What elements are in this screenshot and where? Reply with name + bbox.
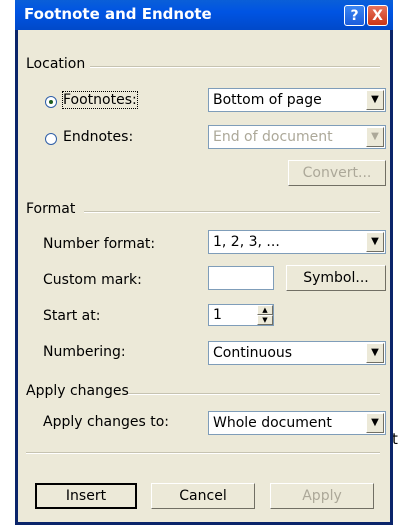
numbering-select[interactable]: Continuous ▼ — [208, 341, 386, 365]
format-group-label: Format — [26, 201, 76, 217]
insert-button[interactable]: Insert — [35, 483, 137, 509]
start-at-value: 1 — [213, 307, 222, 323]
spin-up-icon[interactable]: ▲ — [257, 305, 273, 315]
buttons-separator — [26, 452, 380, 454]
endnotes-label[interactable]: Endnotes: — [63, 129, 133, 145]
chevron-down-icon[interactable]: ▼ — [366, 413, 384, 433]
numbering-value: Continuous — [213, 345, 293, 361]
footnotes-label[interactable]: Footnotes: — [62, 91, 138, 109]
apply-changes-to-label: Apply changes to: — [43, 414, 170, 430]
apply-changes-separator — [128, 393, 380, 395]
endnotes-position-value: End of document — [213, 129, 333, 145]
apply-changes-group-label: Apply changes — [26, 383, 129, 399]
number-format-select[interactable]: 1, 2, 3, ... ▼ — [208, 230, 386, 254]
number-format-label: Number format: — [43, 236, 156, 252]
cancel-button[interactable]: Cancel — [151, 483, 255, 509]
chevron-down-icon[interactable]: ▼ — [366, 232, 384, 252]
help-icon: ? — [350, 7, 359, 24]
apply-button[interactable]: Apply — [270, 483, 374, 509]
custom-mark-label: Custom mark: — [43, 272, 142, 288]
footnotes-position-value: Bottom of page — [213, 92, 322, 108]
apply-changes-to-select[interactable]: Whole document ▼ — [208, 411, 386, 435]
location-group-label: Location — [26, 56, 86, 72]
window-title: Footnote and Endnote — [24, 5, 212, 23]
footnote-endnote-dialog: Footnote and Endnote ? X Location Footno… — [15, 0, 393, 525]
endnotes-position-select[interactable]: End of document ▼ — [208, 125, 386, 149]
chevron-down-icon[interactable]: ▼ — [366, 343, 384, 363]
apply-changes-to-value: Whole document — [213, 415, 332, 431]
symbol-button[interactable]: Symbol... — [286, 265, 386, 291]
convert-button[interactable]: Convert... — [288, 160, 386, 186]
start-at-label: Start at: — [43, 308, 101, 324]
custom-mark-input[interactable] — [208, 266, 274, 290]
close-button[interactable]: X — [367, 5, 388, 26]
endnotes-radio[interactable] — [45, 133, 57, 145]
footnotes-radio[interactable] — [45, 96, 57, 108]
numbering-label: Numbering: — [43, 344, 126, 360]
location-separator — [90, 66, 380, 68]
help-button[interactable]: ? — [344, 5, 365, 26]
spin-down-icon[interactable]: ▼ — [257, 315, 273, 325]
footnotes-position-select[interactable]: Bottom of page ▼ — [208, 88, 386, 112]
title-bar[interactable]: Footnote and Endnote ? X — [15, 0, 393, 30]
chevron-down-icon[interactable]: ▼ — [366, 127, 384, 147]
chevron-down-icon[interactable]: ▼ — [366, 90, 384, 110]
close-icon: X — [372, 7, 383, 24]
format-separator — [84, 211, 380, 213]
number-format-value: 1, 2, 3, ... — [213, 234, 280, 250]
start-at-spinner[interactable]: 1 ▲ ▼ — [208, 304, 274, 326]
dialog-client-area: Location Footnotes: Bottom of page ▼ End… — [18, 30, 390, 522]
